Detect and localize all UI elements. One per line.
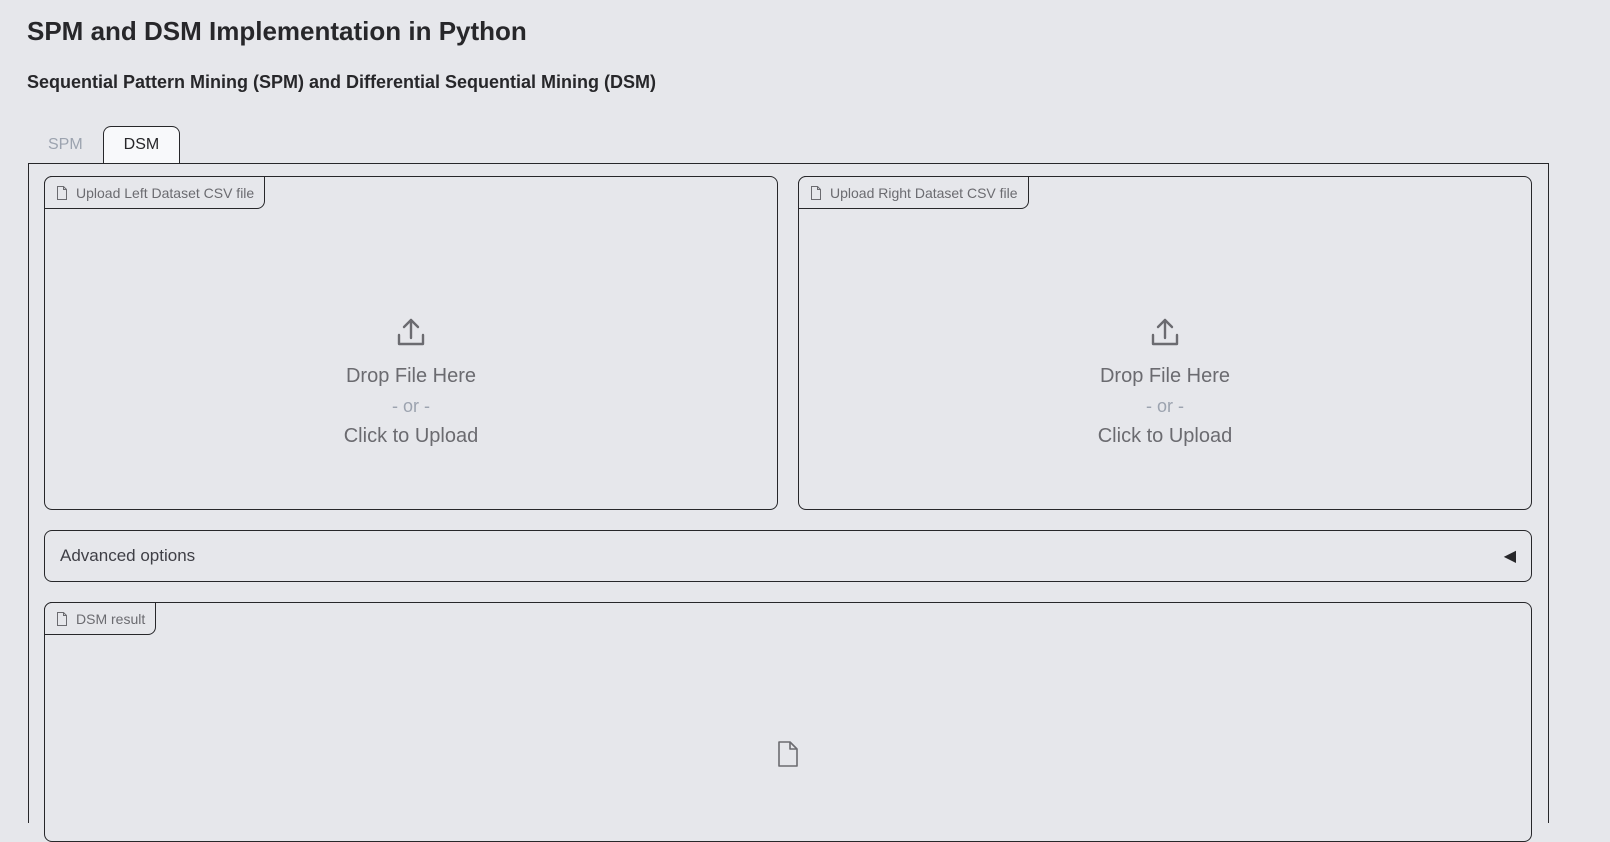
file-icon <box>57 185 67 200</box>
file-icon <box>811 185 821 200</box>
dsm-tab-panel: Upload Left Dataset CSV file Drop File H… <box>28 163 1549 842</box>
empty-file-icon <box>778 741 798 767</box>
upload-icon <box>397 318 425 346</box>
page-subtitle: Sequential Pattern Mining (SPM) and Diff… <box>27 72 657 92</box>
upload-icon <box>1151 318 1179 346</box>
tab-spm[interactable]: SPM <box>28 127 103 163</box>
dsm-result-label: DSM result <box>44 602 157 635</box>
click-to-upload-text: Click to Upload <box>1097 425 1233 447</box>
dsm-result-file: DSM result <box>44 602 1532 842</box>
click-to-upload-text: Click to Upload <box>343 425 479 447</box>
drop-file-text: Drop File Here <box>1099 365 1231 387</box>
left-upload-label: Upload Left Dataset CSV file <box>44 176 266 209</box>
left-dataset-upload[interactable]: Upload Left Dataset CSV file Drop File H… <box>44 176 778 510</box>
advanced-options-accordion[interactable]: Advanced options ◀ <box>44 530 1532 582</box>
collapse-arrow-icon[interactable]: ◀ <box>1504 546 1516 566</box>
left-upload-label-text: Upload Left Dataset CSV file <box>76 184 255 201</box>
or-text: - or - <box>392 396 430 416</box>
tab-bar: SPM DSM <box>28 126 181 163</box>
right-upload-label-text: Upload Right Dataset CSV file <box>830 184 1018 201</box>
dsm-result-label-text: DSM result <box>76 610 146 627</box>
file-icon <box>57 611 67 626</box>
or-text: - or - <box>1146 396 1184 416</box>
right-dataset-upload[interactable]: Upload Right Dataset CSV file Drop File … <box>798 176 1532 510</box>
advanced-options-label: Advanced options <box>60 546 196 565</box>
right-drop-zone[interactable]: Drop File Here - or - Click to Upload <box>799 317 1531 451</box>
page-title: SPM and DSM Implementation in Python <box>27 16 527 46</box>
right-upload-label: Upload Right Dataset CSV file <box>798 176 1029 209</box>
left-drop-zone[interactable]: Drop File Here - or - Click to Upload <box>45 317 777 451</box>
drop-file-text: Drop File Here <box>345 365 477 387</box>
tab-dsm[interactable]: DSM <box>102 126 181 163</box>
